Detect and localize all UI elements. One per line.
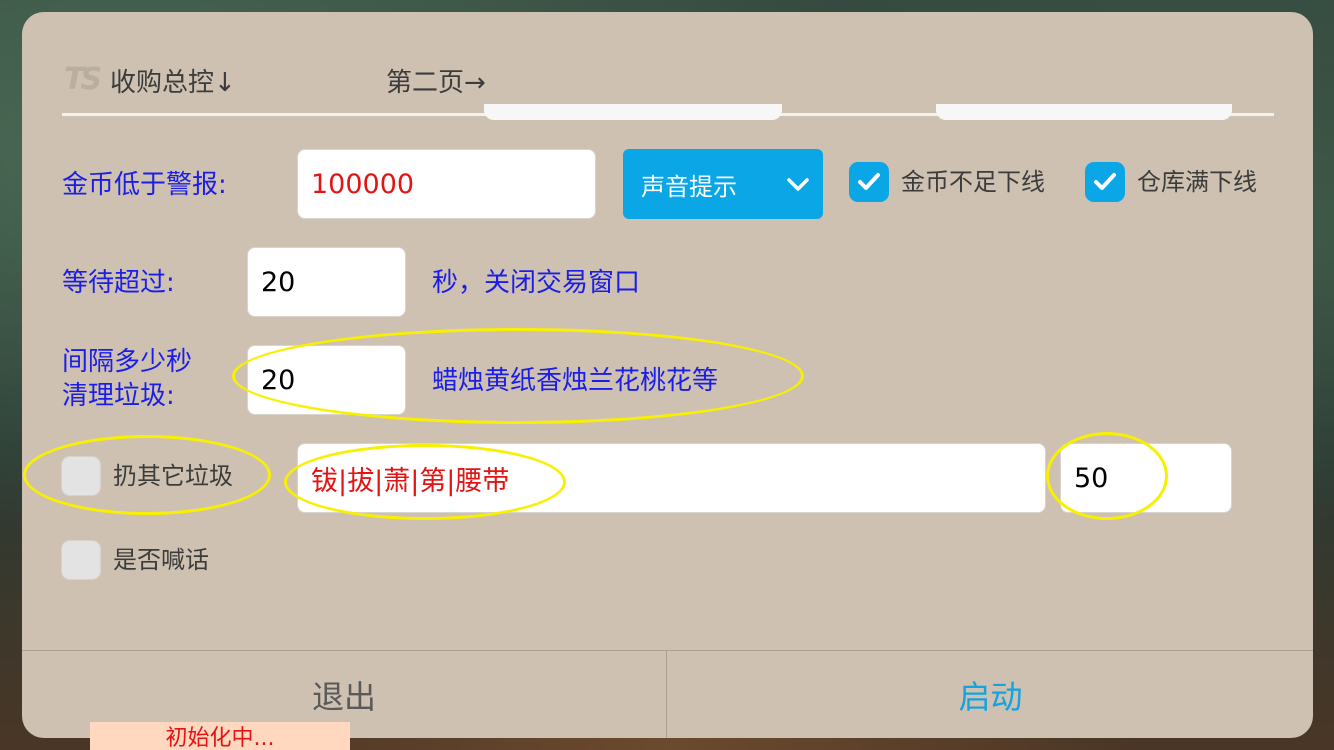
hidden-field-edge xyxy=(484,104,782,120)
logout-warehouse-label: 仓库满下线 xyxy=(1137,168,1257,196)
chevron-down-icon xyxy=(787,178,809,191)
wait-seconds-input[interactable]: 20 xyxy=(247,247,406,317)
cleanup-interval-input[interactable]: 20 xyxy=(247,345,406,415)
cleanup-hint-label: 蜡烛黄纸香烛兰花桃花等 xyxy=(432,366,719,396)
gold-alarm-label: 金币低于警报: xyxy=(62,170,227,200)
logout-gold-label: 金币不足下线 xyxy=(901,168,1045,196)
start-button[interactable]: 启动 xyxy=(668,651,1313,738)
logout-warehouse-checkbox[interactable] xyxy=(1085,162,1125,202)
checkmark-icon xyxy=(1094,173,1116,190)
discard-count-input[interactable]: 50 xyxy=(1060,443,1232,513)
discard-other-label: 扔其它垃圾 xyxy=(113,462,233,490)
shout-checkbox[interactable] xyxy=(61,540,101,580)
alert-mode-value: 声音提示 xyxy=(641,172,737,201)
discard-other-checkbox[interactable] xyxy=(61,456,101,496)
cleanup-label-line2: 清理垃圾: xyxy=(62,381,175,411)
tab-bar: TS 收购总控↓ 第二页→ xyxy=(62,12,1274,116)
discard-items-input[interactable]: 钹|拔|萧|第|腰带 xyxy=(297,443,1046,513)
tab-page-two[interactable]: 第二页→ xyxy=(386,62,486,99)
shout-label: 是否喊话 xyxy=(113,546,209,574)
alert-mode-select[interactable]: 声音提示 xyxy=(623,149,823,219)
wait-label: 等待超过: xyxy=(62,268,175,298)
gold-alarm-input[interactable]: 100000 xyxy=(297,149,596,219)
tab-purchase-control[interactable]: 收购总控↓ xyxy=(110,62,236,99)
settings-dialog: TS 收购总控↓ 第二页→ 金币低于警报: 100000 声音提示 金币不足下线… xyxy=(22,12,1313,738)
hidden-field-edge xyxy=(936,104,1232,120)
wait-suffix-label: 秒，关闭交易窗口 xyxy=(432,268,641,298)
ts-logo-icon: TS xyxy=(64,62,102,97)
status-toast: 初始化中... xyxy=(90,722,350,750)
cleanup-label-line1: 间隔多少秒 xyxy=(62,347,193,377)
checkmark-icon xyxy=(858,173,880,190)
logout-gold-checkbox[interactable] xyxy=(849,162,889,202)
